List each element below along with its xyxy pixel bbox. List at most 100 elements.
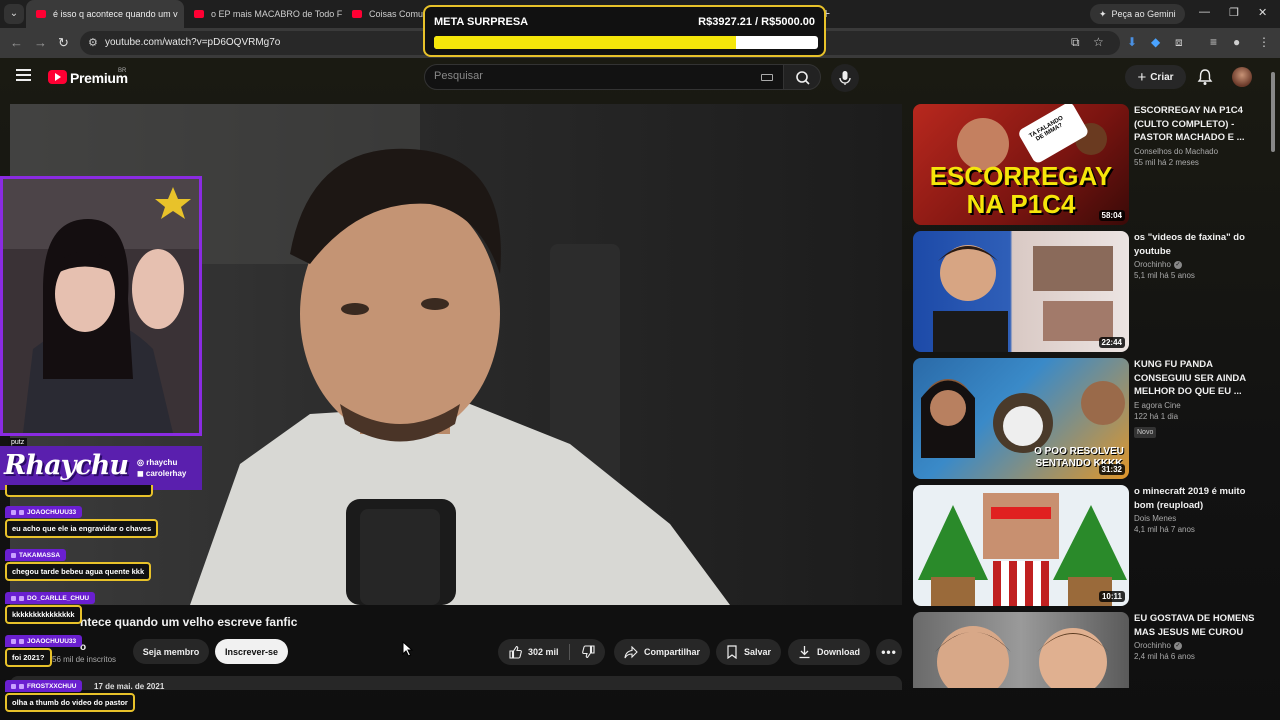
youtube-favicon-icon [36,10,46,18]
install-app-icon[interactable]: ⧉ [1071,35,1080,50]
thumbnail-art [935,626,1109,688]
browser-menu-icon[interactable]: ⋮ [1258,35,1270,49]
restore-icon[interactable]: ❐ [1229,6,1239,19]
menu-icon[interactable] [16,69,31,84]
gemini-label: Peça ao Gemini [1111,9,1176,19]
account-avatar[interactable] [1232,67,1252,87]
share-button[interactable]: Compartilhar [614,639,711,665]
browser-tab-title: o EP mais MACABRO de Todo F [211,9,342,19]
notifications-button[interactable] [1197,68,1213,91]
chat-message: FROSTXXCHUU olha a thumb do video do pas… [5,680,135,712]
streamer-handle: ◎ rhaychu [137,458,178,467]
browser-tab-3[interactable]: Coisas Comuns [342,0,432,28]
recommendation-title[interactable]: o minecraft 2019 é muito bom (reupload) [1134,485,1258,512]
chat-text: eu acho que ele ia engravidar o chaves [5,519,159,538]
recommendation-card[interactable]: O POO RESOLVEU SENTANDO KKKK 31:32 KUNG … [913,358,1258,479]
recommendation-title[interactable]: ESCORREGAY NA P1C4 (CULTO COMPLETO) - PA… [1134,104,1258,145]
search-button[interactable] [783,64,821,90]
bookmark-star-icon[interactable]: ☆ [1093,35,1104,49]
back-arrow-icon[interactable]: ← [10,35,23,50]
scrollbar-thumb[interactable] [1271,72,1275,152]
recommendation-channel[interactable]: E agora Cine [1134,401,1258,410]
recommendation-title[interactable]: EU GOSTAVA DE HOMENS MAS JESUS ME CUROU [1134,612,1258,639]
webcam-feed [3,179,199,433]
video-thumbnail[interactable]: 10:11 [913,485,1129,606]
mouse-cursor-icon [402,641,414,657]
extension-download-icon[interactable]: ⬇ [1127,35,1137,49]
page-scrollbar[interactable] [1270,62,1276,690]
extension-shield-icon[interactable]: ◆ [1151,35,1160,49]
video-thumbnail[interactable]: 22:44 [913,231,1129,352]
video-thumbnail[interactable]: O POO RESOLVEU SENTANDO KKKK 31:32 [913,358,1129,479]
recommendation-channel[interactable]: Dois Menes [1134,514,1258,523]
goal-amount: R$3927.21 / R$5000.00 [698,16,815,28]
keyboard-icon[interactable] [761,74,773,81]
reload-icon[interactable]: ↻ [58,35,69,51]
subscribe-button[interactable]: Inscrever-se [215,639,288,664]
minimize-icon[interactable]: — [1199,6,1210,18]
download-label: Download [817,647,860,657]
chat-username-badge: JOAOCHUUU33 [5,506,83,518]
thumbnail-headline: ESCORREGAY NA P1C4 [929,161,1113,219]
recommendation-channel[interactable]: Conselhos do Machado [1134,147,1258,156]
chat-username-badge: JOAOCHUUU33 [5,635,83,647]
thumbnail-art [918,493,1127,606]
recommendation-card[interactable]: 22:44 os "videos de faxina" do youtube O… [913,231,1258,352]
gemini-button[interactable]: ✦ Peça ao Gemini [1090,4,1185,24]
video-thumbnail[interactable] [913,612,1129,688]
verified-check-icon: ✓ [1173,641,1182,650]
like-count: 302 mil [528,647,559,657]
thumbs-down-icon [581,645,595,659]
recommendation-card[interactable]: 10:11 o minecraft 2019 é muito bom (reup… [913,485,1258,606]
recommendation-title[interactable]: KUNG FU PANDA CONSEGUIU SER AINDA MELHOR… [1134,358,1258,399]
join-membership-button[interactable]: Seja membro [133,639,209,664]
create-button[interactable]: + Criar [1125,65,1186,89]
handle-text: carolerhay [145,469,187,478]
youtube-favicon-icon [194,10,204,18]
browser-tab-2[interactable]: o EP mais MACABRO de Todo F × [184,0,342,28]
chat-message: JOAOCHUUU33 foi 2021? [5,635,83,667]
search-icon [796,71,810,85]
recommendation-channel[interactable]: Orochinho ✓ [1134,641,1258,650]
recommendation-channel[interactable]: Orochinho ✓ [1134,260,1258,269]
profile-avatar-icon[interactable]: ● [1233,35,1240,49]
streamer-brand-name: Rhaychu [4,450,129,481]
like-button[interactable]: 302 mil [498,639,559,665]
dislike-button[interactable] [581,639,596,665]
channel-label: E agora Cine [1134,400,1181,410]
recommendation-card[interactable]: TA FALANDO DE IMMA? ESCORREGAY NA P1C4 5… [913,104,1258,225]
chat-text: kkkkkkkkkkkkkkk [5,605,82,624]
download-button[interactable]: Download [788,639,870,665]
chat-username: TAKAMASSA [19,551,61,559]
browser-tab-1[interactable]: é isso q acontece quando um v × [26,0,184,28]
reading-list-icon[interactable]: ≡ [1210,35,1217,49]
thumbs-up-icon [509,645,522,659]
voice-search-button[interactable] [831,64,859,92]
chat-username-badge: FROSTXXCHUU [5,680,83,692]
recommendation-meta: EU GOSTAVA DE HOMENS MAS JESUS ME CUROU … [1134,612,1258,661]
search-input[interactable] [434,70,734,82]
site-info-icon[interactable]: ⚙ [88,36,98,49]
video-thumbnail[interactable]: TA FALANDO DE IMMA? ESCORREGAY NA P1C4 5… [913,104,1129,225]
extensions-puzzle-icon[interactable]: ⧈ [1175,35,1183,50]
address-url: youtube.com/watch?v=pD6OQVRMg7o [105,37,281,48]
chat-badge-icon [11,552,16,558]
chat-text: foi 2021? [5,648,52,667]
tab-search-button[interactable]: ⌄ [4,4,24,24]
save-button[interactable]: Salvar [716,639,782,665]
youtube-logo-icon[interactable] [48,70,67,84]
share-label: Compartilhar [644,647,701,657]
channel-label: Orochinho [1134,641,1171,650]
more-actions-button[interactable]: ••• [876,639,902,665]
streamer-handle: ◼ carolerhay [137,469,187,478]
forward-arrow-icon[interactable]: → [34,35,47,50]
window-close-icon[interactable]: ✕ [1258,6,1267,19]
video-title: ntece quando um velho escreve fanfic [80,615,298,629]
save-label: Salvar [744,647,772,657]
recommendation-card[interactable]: EU GOSTAVA DE HOMENS MAS JESUS ME CUROU … [913,612,1258,688]
chat-message: TAKAMASSA chegou tarde bebeu agua quente… [5,549,152,581]
recommendation-title[interactable]: os "videos de faxina" do youtube [1134,231,1258,258]
recommendation-meta: o minecraft 2019 é muito bom (reupload) … [1134,485,1258,534]
donation-goal-overlay: META SURPRESA R$3927.21 / R$5000.00 [423,5,826,57]
chat-text: chegou tarde bebeu agua quente kkk [5,562,152,581]
